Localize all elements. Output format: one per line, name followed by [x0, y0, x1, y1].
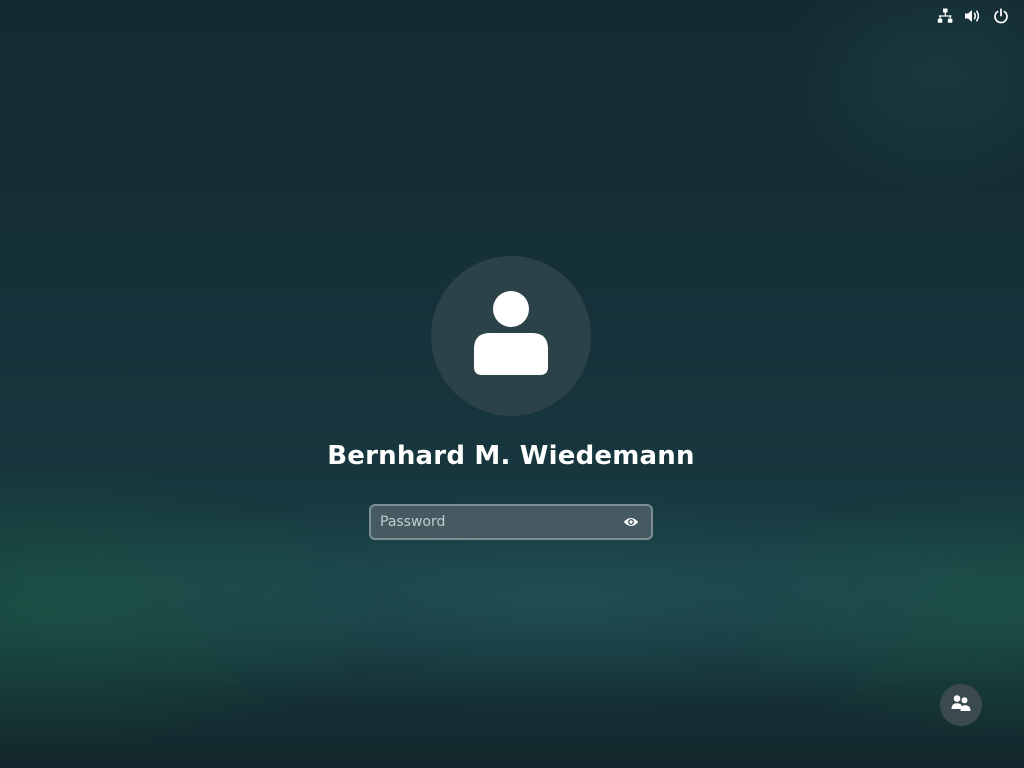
- switch-user-button[interactable]: [940, 684, 982, 726]
- volume-icon[interactable]: [964, 7, 982, 25]
- user-avatar-icon: [474, 291, 548, 381]
- password-field[interactable]: [369, 504, 653, 540]
- user-avatar[interactable]: [431, 256, 591, 416]
- power-icon[interactable]: [992, 7, 1010, 25]
- password-input[interactable]: [371, 506, 617, 538]
- user-display-name: Bernhard M. Wiedemann: [327, 441, 695, 471]
- network-wired-icon[interactable]: [936, 7, 954, 25]
- switch-user-icon: [951, 694, 971, 716]
- system-tray[interactable]: [936, 6, 1010, 26]
- login-panel: Bernhard M. Wiedemann: [0, 256, 1022, 540]
- eye-icon[interactable]: [617, 508, 645, 536]
